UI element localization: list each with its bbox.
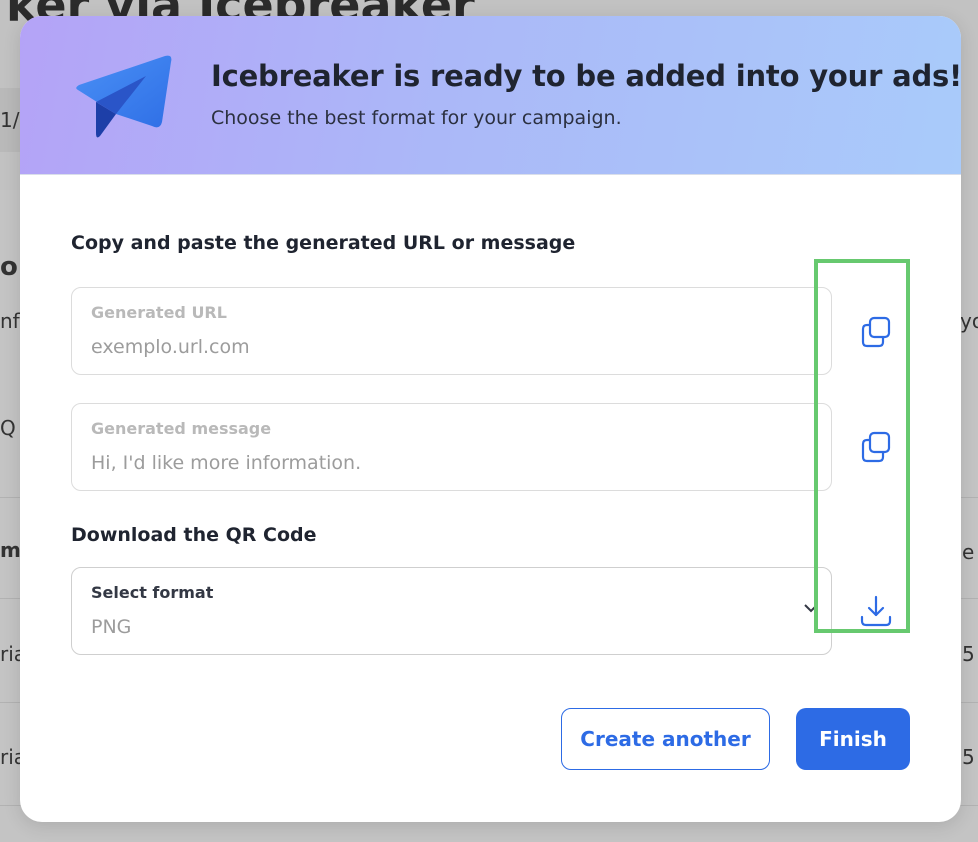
background-text-fragment: yo [960, 309, 978, 333]
icebreaker-modal: Icebreaker is ready to be added into you… [20, 16, 961, 822]
background-text-fragment: 5 [962, 642, 975, 666]
download-icon[interactable] [858, 593, 894, 629]
generated-url-label: Generated URL [91, 303, 227, 322]
background-text-fragment: Q [0, 416, 16, 440]
qr-section-heading: Download the QR Code [71, 524, 317, 546]
format-select-value[interactable]: PNG [91, 616, 131, 638]
background-text-fragment: nf [0, 309, 20, 333]
format-select[interactable]: Select format PNG [71, 567, 832, 655]
background-text-fragment: m [0, 538, 21, 562]
generated-url-value[interactable]: exemplo.url.com [91, 336, 250, 358]
finish-button[interactable]: Finish [796, 708, 910, 770]
chevron-down-icon[interactable] [803, 602, 819, 614]
paper-plane-icon [76, 55, 172, 138]
background-text-fragment: e [962, 540, 975, 564]
generated-url-field[interactable]: Generated URL exemplo.url.com [71, 287, 832, 375]
copy-section-heading: Copy and paste the generated URL or mess… [71, 232, 576, 254]
modal-header: Icebreaker is ready to be added into you… [20, 16, 961, 175]
create-another-button[interactable]: Create another [561, 708, 770, 770]
generated-message-field[interactable]: Generated message Hi, I'd like more info… [71, 403, 832, 491]
background-text-fragment: 5 [962, 745, 975, 769]
generated-message-value[interactable]: Hi, I'd like more information. [91, 452, 361, 474]
generated-message-label: Generated message [91, 419, 272, 438]
copy-icon[interactable] [858, 314, 894, 350]
modal-subtitle: Choose the best format for your campaign… [211, 107, 622, 129]
format-select-label: Select format [91, 583, 214, 602]
modal-title: Icebreaker is ready to be added into you… [211, 59, 961, 93]
copy-icon[interactable] [858, 429, 894, 465]
